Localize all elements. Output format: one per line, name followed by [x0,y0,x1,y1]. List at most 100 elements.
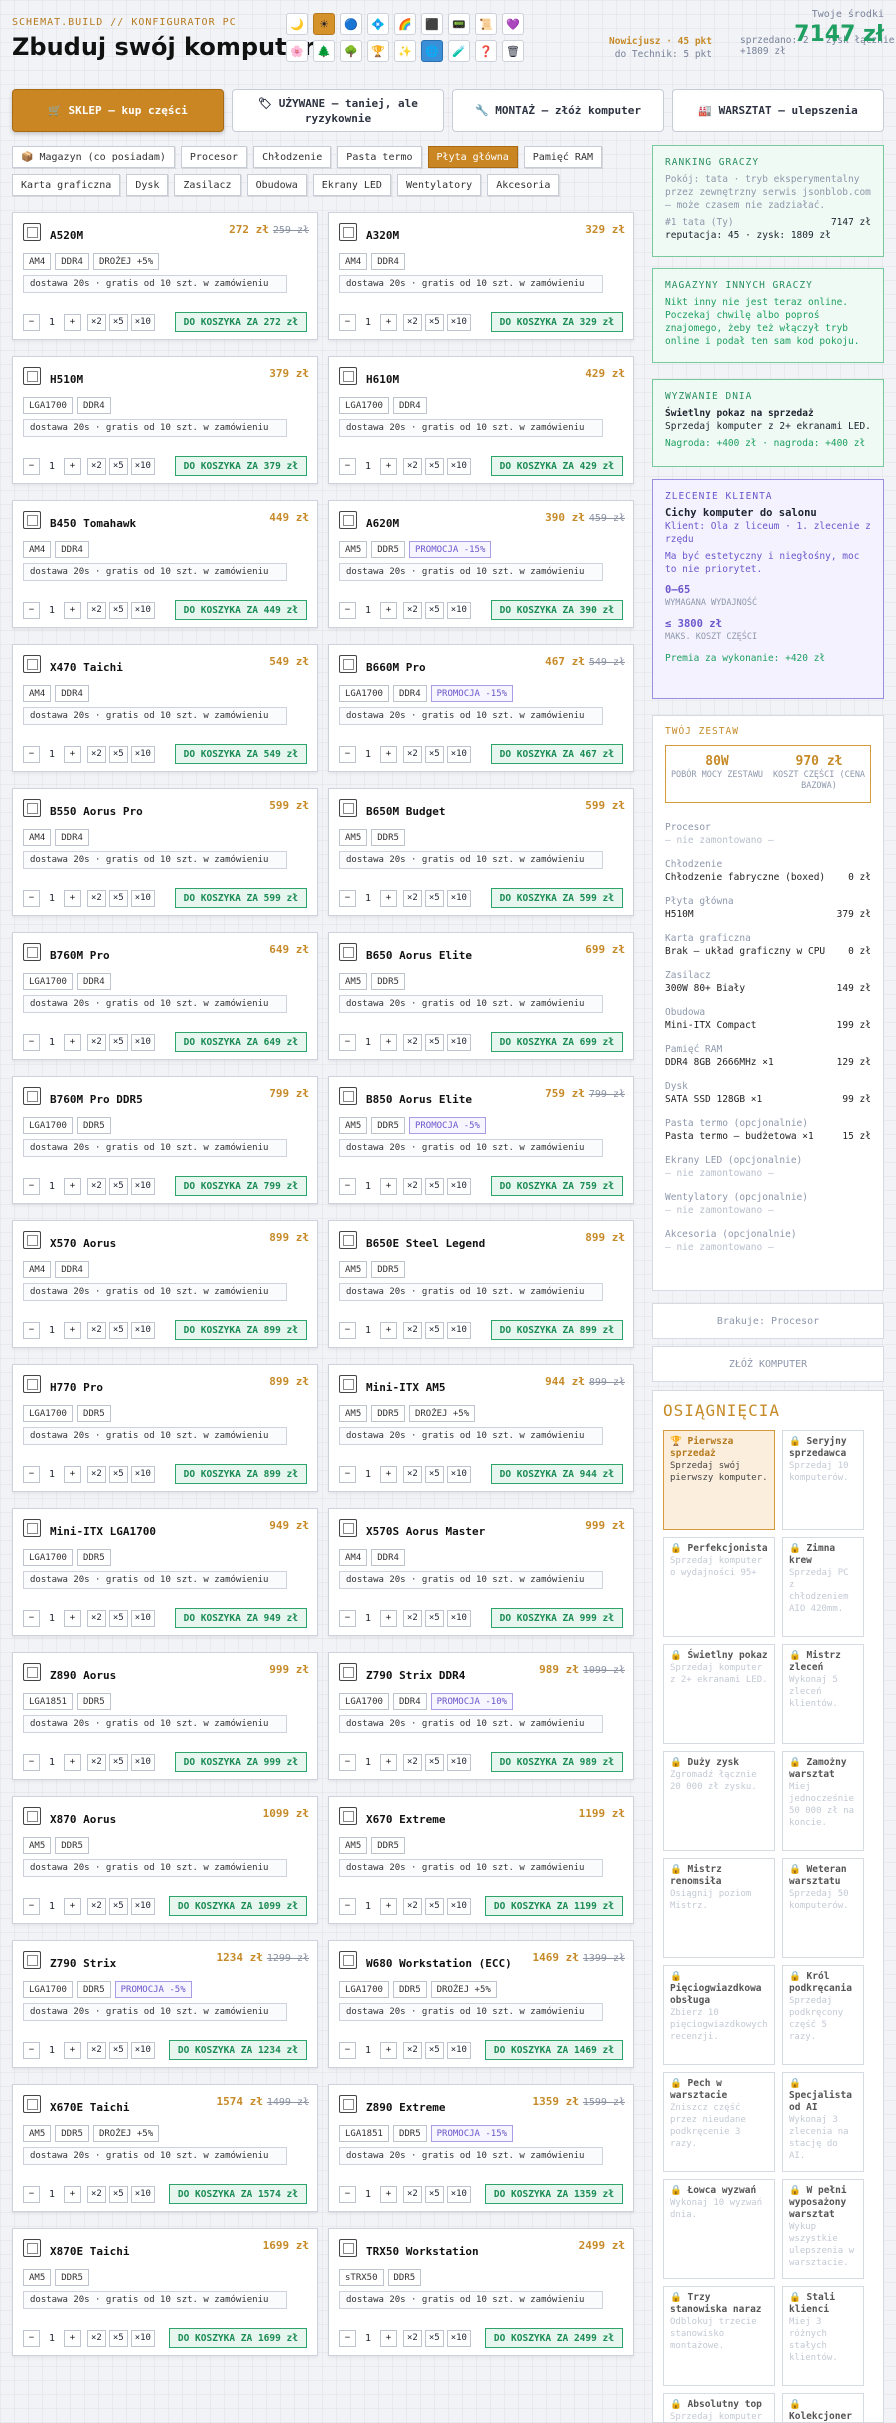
multiply-2-button[interactable]: ×2 [403,1897,422,1915]
multiply-2-button[interactable]: ×2 [403,745,422,763]
multiply-5-button[interactable]: ×5 [108,1321,128,1339]
add-to-cart-button[interactable]: DO KOSZYKA ZA 1099 zł [168,1896,307,1916]
multiply-2-button[interactable]: ×2 [87,1753,106,1771]
add-to-cart-button[interactable]: DO KOSZYKA ZA 599 zł [490,888,623,908]
add-to-cart-button[interactable]: DO KOSZYKA ZA 1574 zł [168,2184,307,2204]
add-to-cart-button[interactable]: DO KOSZYKA ZA 999 zł [490,1608,623,1628]
multiply-10-button[interactable]: ×10 [130,2329,155,2347]
multiply-10-button[interactable]: ×10 [446,1897,471,1915]
multiply-10-button[interactable]: ×10 [446,601,471,619]
multiply-5-button[interactable]: ×5 [108,601,128,619]
black-theme-icon[interactable]: ⬛ [421,13,443,35]
multiply-10-button[interactable]: ×10 [130,2041,155,2059]
multiply-5-button[interactable]: ×5 [424,1897,444,1915]
increase-button[interactable]: + [64,1033,81,1051]
multiply-10-button[interactable]: ×10 [446,1321,471,1339]
multiply-2-button[interactable]: ×2 [87,1321,106,1339]
multiply-5-button[interactable]: ×5 [424,1177,444,1195]
category-tab[interactable]: 📦 Magazyn (co posiadam) [12,146,175,168]
decrease-button[interactable]: − [339,1753,356,1771]
add-to-cart-button[interactable]: DO KOSZYKA ZA 1234 zł [168,2040,307,2060]
decrease-button[interactable]: − [339,1465,356,1483]
multiply-2-button[interactable]: ×2 [87,889,106,907]
increase-button[interactable]: + [380,2185,397,2203]
increase-button[interactable]: + [380,745,397,763]
decrease-button[interactable]: − [339,1177,356,1195]
multiply-5-button[interactable]: ×5 [424,889,444,907]
oak-theme-icon[interactable]: 🌳 [340,40,362,62]
increase-button[interactable]: + [64,1321,81,1339]
sun-theme-icon[interactable]: ☀ [313,13,335,35]
scroll-theme-icon[interactable]: 📜 [475,13,497,35]
multiply-5-button[interactable]: ×5 [424,313,444,331]
multiply-2-button[interactable]: ×2 [87,2185,106,2203]
decrease-button[interactable]: − [339,1897,356,1915]
multiply-2-button[interactable]: ×2 [87,745,106,763]
multiply-2-button[interactable]: ×2 [403,2041,422,2059]
multiply-2-button[interactable]: ×2 [87,2041,106,2059]
multiply-5-button[interactable]: ×5 [108,1897,128,1915]
add-to-cart-button[interactable]: DO KOSZYKA ZA 989 zł [490,1752,623,1772]
increase-button[interactable]: + [64,1177,81,1195]
add-to-cart-button[interactable]: DO KOSZYKA ZA 2499 zł [484,2328,623,2348]
mode-tab-0[interactable]: 🛒 SKLEP — kup części [12,89,224,132]
multiply-10-button[interactable]: ×10 [446,457,471,475]
decrease-button[interactable]: − [23,1609,40,1627]
increase-button[interactable]: + [380,1033,397,1051]
sparkles-theme-icon[interactable]: ✨ [394,40,416,62]
decrease-button[interactable]: − [339,889,356,907]
tree-theme-icon[interactable]: 🌲 [313,40,335,62]
add-to-cart-button[interactable]: DO KOSZYKA ZA 759 zł [490,1176,623,1196]
multiply-10-button[interactable]: ×10 [130,1753,155,1771]
multiply-2-button[interactable]: ×2 [403,457,422,475]
question-theme-icon[interactable]: ❓ [475,40,497,62]
multiply-2-button[interactable]: ×2 [403,2329,422,2347]
add-to-cart-button[interactable]: DO KOSZYKA ZA 429 zł [490,456,623,476]
multiply-2-button[interactable]: ×2 [403,1033,422,1051]
multiply-5-button[interactable]: ×5 [424,601,444,619]
blossom-theme-icon[interactable]: 🌸 [286,40,308,62]
multiply-10-button[interactable]: ×10 [130,745,155,763]
category-tab[interactable]: Procesor [180,146,248,168]
increase-button[interactable]: + [64,601,81,619]
category-tab[interactable]: Karta graficzna [12,174,121,196]
multiply-2-button[interactable]: ×2 [87,1897,106,1915]
multiply-2-button[interactable]: ×2 [87,457,106,475]
multiply-10-button[interactable]: ×10 [446,1753,471,1771]
decrease-button[interactable]: − [339,601,356,619]
increase-button[interactable]: + [64,1609,81,1627]
multiply-2-button[interactable]: ×2 [87,2329,106,2347]
decrease-button[interactable]: − [23,1753,40,1771]
decrease-button[interactable]: − [23,1465,40,1483]
multiply-10-button[interactable]: ×10 [446,1177,471,1195]
assemble-button[interactable]: ZŁÓŻ KOMPUTER [652,1346,884,1382]
multiply-5-button[interactable]: ×5 [424,2041,444,2059]
multiply-5-button[interactable]: ×5 [424,457,444,475]
multiply-2-button[interactable]: ×2 [403,601,422,619]
multiply-10-button[interactable]: ×10 [446,2041,471,2059]
multiply-5-button[interactable]: ×5 [108,745,128,763]
increase-button[interactable]: + [64,2041,81,2059]
decrease-button[interactable]: − [339,1033,356,1051]
add-to-cart-button[interactable]: DO KOSZYKA ZA 899 zł [490,1320,623,1340]
decrease-button[interactable]: − [23,313,40,331]
category-tab[interactable]: Chłodzenie [253,146,332,168]
decrease-button[interactable]: − [23,1033,40,1051]
pager-theme-icon[interactable]: 📟 [448,13,470,35]
multiply-10-button[interactable]: ×10 [130,889,155,907]
add-to-cart-button[interactable]: DO KOSZYKA ZA 329 zł [490,312,623,332]
add-to-cart-button[interactable]: DO KOSZYKA ZA 999 zł [174,1752,307,1772]
multiply-10-button[interactable]: ×10 [130,313,155,331]
decrease-button[interactable]: − [23,2041,40,2059]
multiply-5-button[interactable]: ×5 [424,1465,444,1483]
trash-theme-icon[interactable]: 🗑 [502,40,524,62]
increase-button[interactable]: + [380,1321,397,1339]
decrease-button[interactable]: − [23,889,40,907]
decrease-button[interactable]: − [339,745,356,763]
multiply-5-button[interactable]: ×5 [108,1177,128,1195]
multiply-2-button[interactable]: ×2 [403,1177,422,1195]
multiply-10-button[interactable]: ×10 [446,1609,471,1627]
multiply-2-button[interactable]: ×2 [87,1465,106,1483]
add-to-cart-button[interactable]: DO KOSZYKA ZA 944 zł [490,1464,623,1484]
decrease-button[interactable]: − [339,1321,356,1339]
